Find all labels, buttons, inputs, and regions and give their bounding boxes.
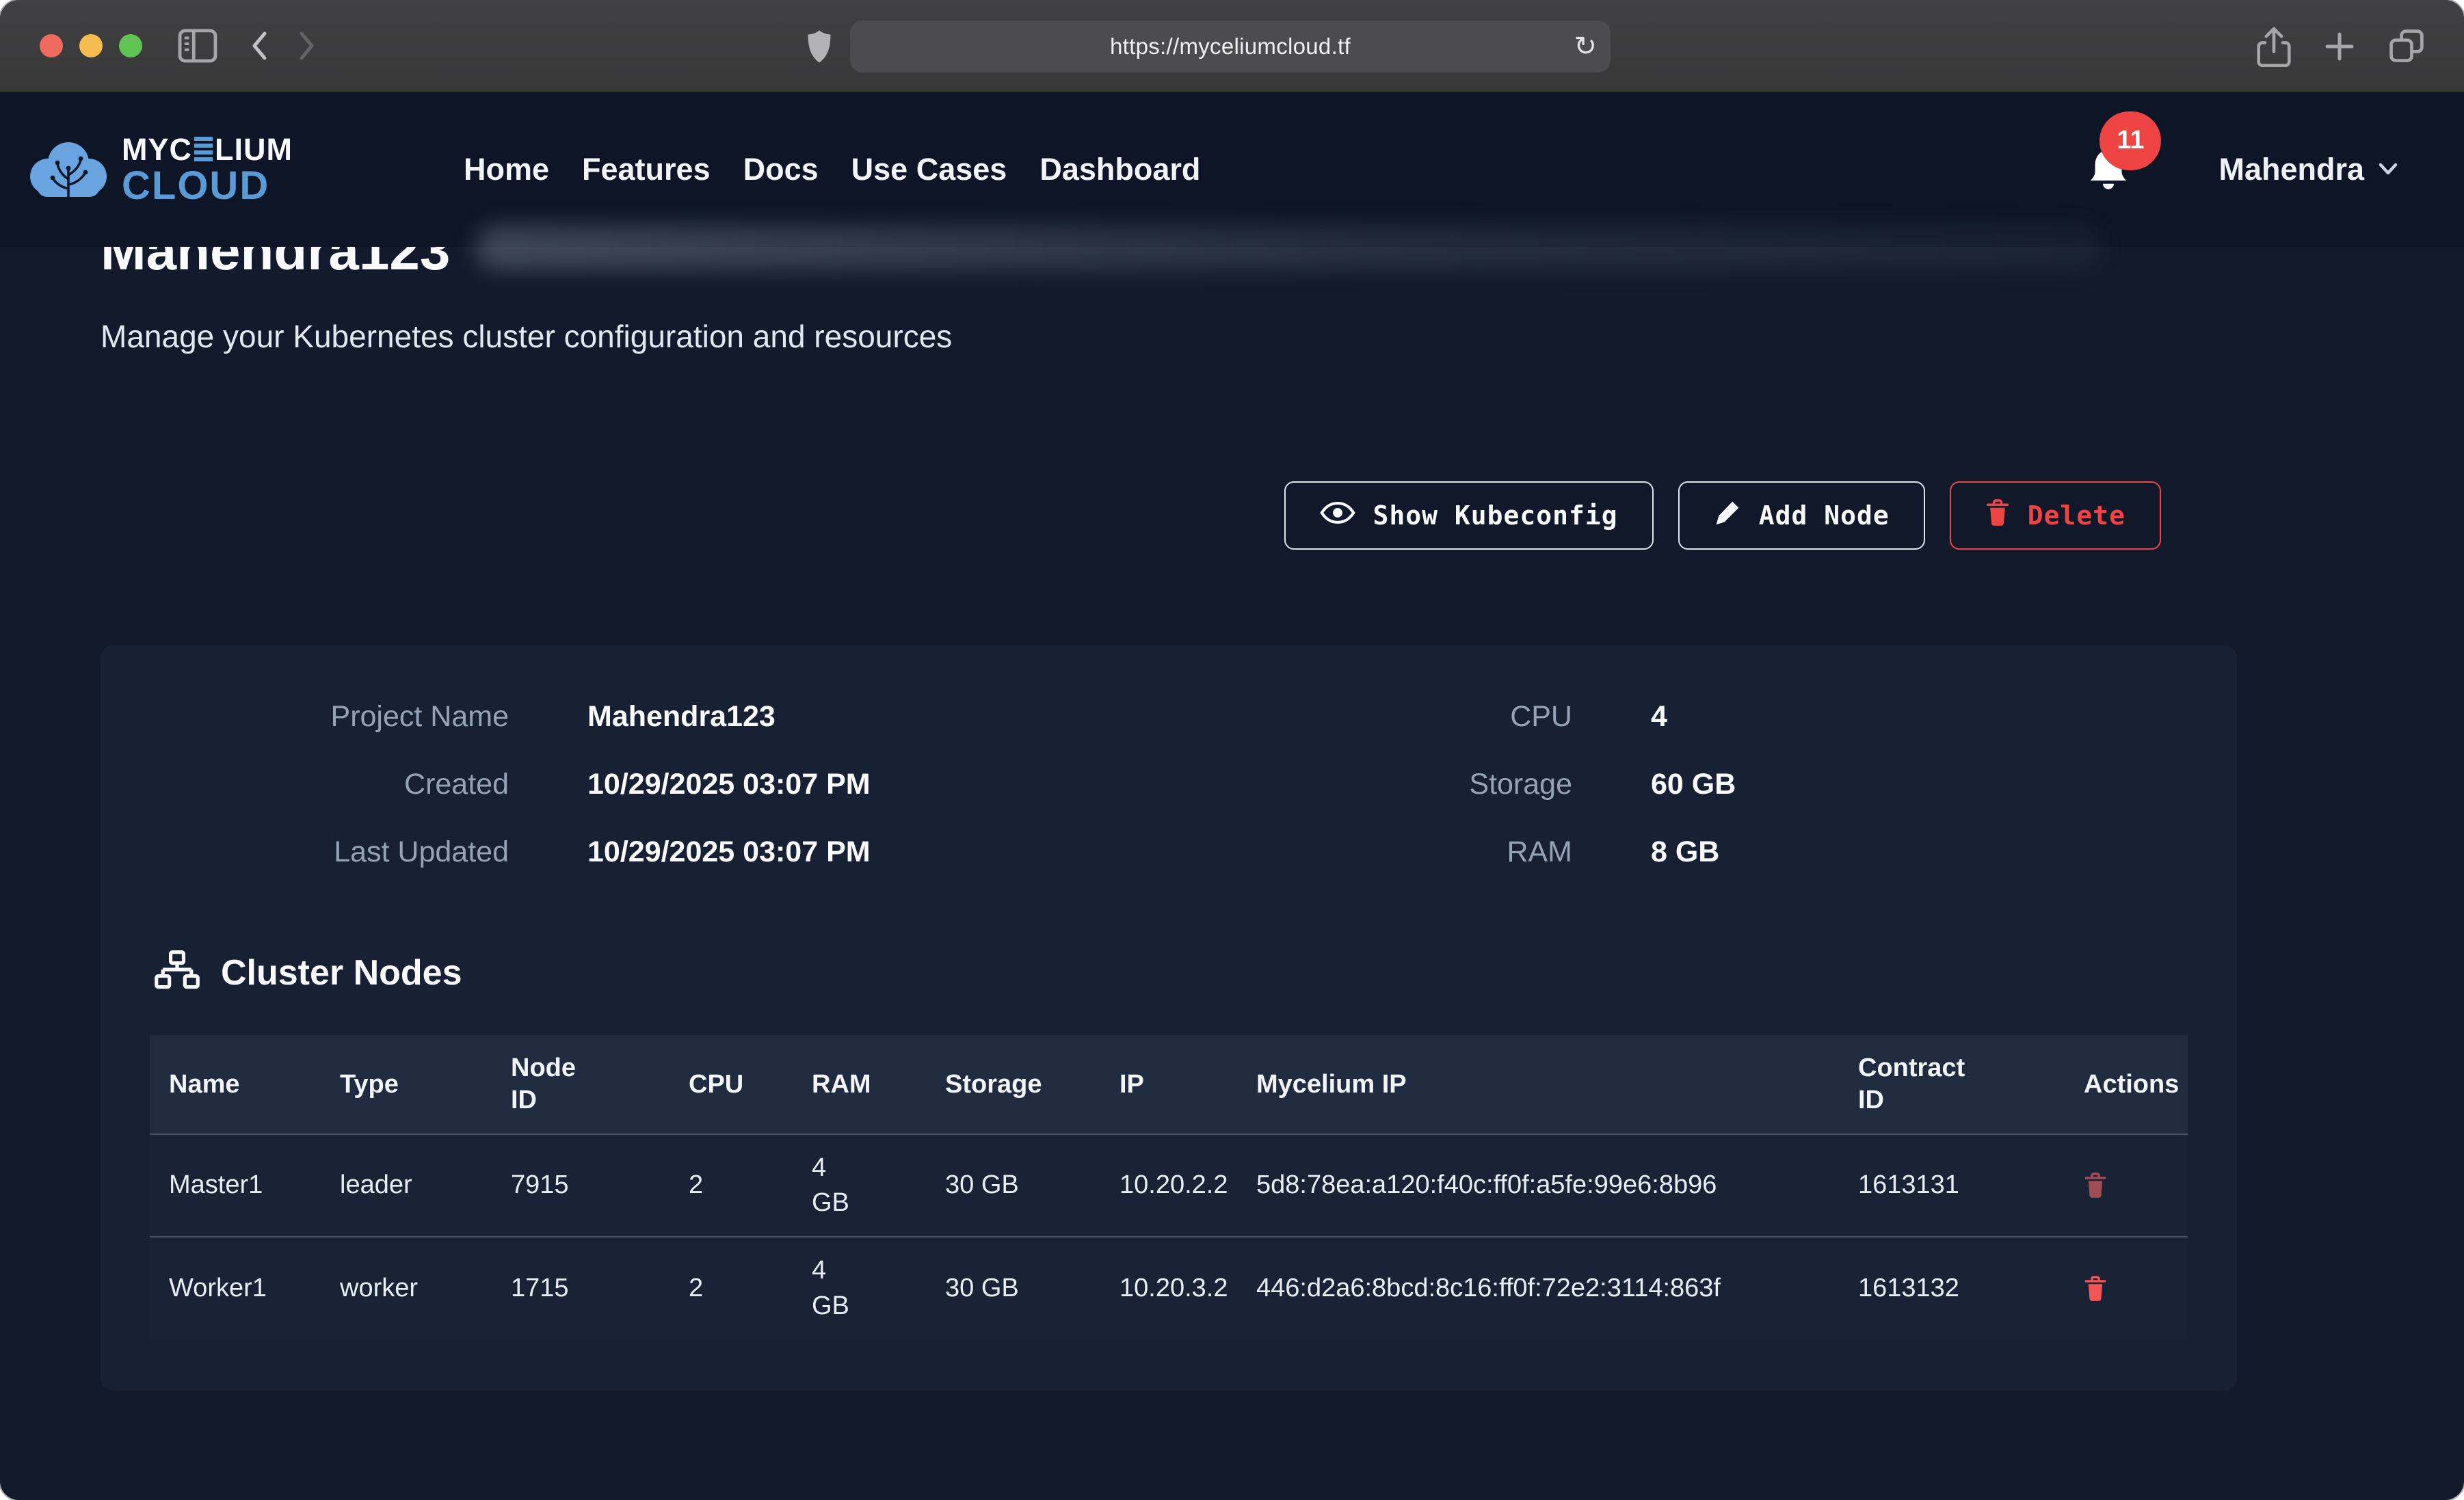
cell-ip: 10.20.2.2 — [1100, 1134, 1237, 1237]
col-ram: RAM — [793, 1035, 926, 1134]
share-icon[interactable] — [2256, 26, 2292, 67]
cell-contract-id: 1613131 — [1839, 1134, 2065, 1237]
cluster-info-grid: Project Name Mahendra123 CPU 4 Created 1… — [150, 700, 2188, 869]
user-name: Mahendra — [2218, 152, 2364, 187]
nodes-section-title: Cluster Nodes — [221, 952, 462, 993]
delete-cluster-button[interactable]: Delete — [1950, 481, 2161, 550]
cell-cpu: 2 — [670, 1237, 793, 1339]
brand-name-top: MYCLIUM — [122, 134, 293, 165]
title-clip: Mahendra123 — [101, 247, 2363, 284]
tab-overview-icon[interactable] — [2387, 28, 2426, 65]
cell-type: leader — [321, 1134, 492, 1237]
col-mycelium-ip: Mycelium IP — [1237, 1035, 1839, 1134]
nav-link-use-cases[interactable]: Use Cases — [851, 152, 1007, 187]
add-node-button[interactable]: Add Node — [1678, 481, 1925, 550]
show-kubeconfig-button[interactable]: Show Kubeconfig — [1284, 481, 1654, 550]
traffic-lights — [40, 34, 142, 57]
pencil-icon — [1714, 499, 1741, 533]
nodes-table: Name Type Node ID CPU RAM Storage IP Myc… — [150, 1035, 2188, 1339]
info-label: CPU — [1186, 700, 1572, 734]
info-value: 10/29/2025 03:07 PM — [587, 768, 1107, 801]
info-label: Storage — [1186, 768, 1572, 801]
cell-name: Master1 — [150, 1134, 321, 1237]
notification-badge: 11 — [2099, 111, 2161, 170]
cell-node-id: 1715 — [492, 1237, 670, 1339]
page-content: Mahendra123 Manage your Kubernetes clust… — [0, 247, 2464, 1391]
cell-name: Worker1 — [150, 1237, 321, 1339]
url-text: https://myceliumcloud.tf — [1110, 34, 1351, 59]
org-chart-icon — [154, 950, 200, 995]
col-node-id: Node ID — [492, 1035, 670, 1134]
col-name: Name — [150, 1035, 321, 1134]
delete-node-trash-icon[interactable] — [2084, 1275, 2107, 1302]
reload-icon[interactable]: ↻ — [1574, 31, 1597, 62]
eye-icon — [1320, 500, 1355, 531]
minimize-window-button[interactable] — [79, 34, 103, 57]
close-window-button[interactable] — [40, 34, 63, 57]
sidebar-toggle-icon[interactable] — [178, 29, 217, 63]
user-menu[interactable]: Mahendra — [2218, 152, 2398, 187]
cell-node-id: 7915 — [492, 1134, 670, 1237]
col-contract-id: Contract ID — [1839, 1035, 2065, 1134]
notifications-bell-icon[interactable]: 11 — [2086, 147, 2131, 193]
nav-link-dashboard[interactable]: Dashboard — [1039, 152, 1200, 187]
nav-link-docs[interactable]: Docs — [743, 152, 819, 187]
nav-link-home[interactable]: Home — [464, 152, 549, 187]
site-navbar: MYCLIUM CLOUD Home Features Docs Use Cas… — [0, 92, 2464, 247]
col-cpu: CPU — [670, 1035, 793, 1134]
table-header-row: Name Type Node ID CPU RAM Storage IP Myc… — [150, 1035, 2188, 1134]
delete-node-trash-icon[interactable] — [2084, 1172, 2107, 1199]
info-label: Project Name — [157, 700, 509, 734]
action-buttons: Show Kubeconfig Add Node Delete — [0, 481, 2464, 550]
nav-link-features[interactable]: Features — [582, 152, 711, 187]
cell-actions — [2065, 1237, 2188, 1339]
back-icon[interactable] — [250, 31, 268, 61]
info-value: 10/29/2025 03:07 PM — [587, 835, 1107, 869]
cell-ram: 4 GB — [793, 1237, 926, 1339]
forward-icon[interactable] — [298, 31, 316, 61]
cell-ram: 4 GB — [793, 1134, 926, 1237]
col-storage: Storage — [926, 1035, 1100, 1134]
zoom-window-button[interactable] — [119, 34, 142, 57]
page-subtitle: Manage your Kubernetes cluster configura… — [101, 318, 2363, 355]
address-bar[interactable]: https://myceliumcloud.tf ↻ — [850, 21, 1611, 72]
privacy-shield-icon[interactable] — [806, 21, 833, 72]
browser-window: https://myceliumcloud.tf ↻ — [0, 0, 2464, 1500]
table-body: Master1 leader 7915 2 4 GB 30 GB 10.20.2… — [150, 1134, 2188, 1339]
new-tab-icon[interactable] — [2323, 30, 2356, 63]
col-ip: IP — [1100, 1035, 1237, 1134]
brand-name-sub: CLOUD — [122, 166, 269, 206]
table-row: Master1 leader 7915 2 4 GB 30 GB 10.20.2… — [150, 1134, 2188, 1237]
cell-ip: 10.20.3.2 — [1100, 1237, 1237, 1339]
col-type: Type — [321, 1035, 492, 1134]
table-row: Worker1 worker 1715 2 4 GB 30 GB 10.20.3… — [150, 1237, 2188, 1339]
cluster-details-card: Project Name Mahendra123 CPU 4 Created 1… — [101, 645, 2237, 1391]
cloud-logo-icon — [27, 137, 109, 203]
cell-actions — [2065, 1134, 2188, 1237]
trash-icon — [1985, 498, 2010, 533]
brand-logo[interactable]: MYCLIUM CLOUD — [27, 134, 293, 206]
info-label: RAM — [1186, 835, 1572, 869]
info-value: 8 GB — [1651, 835, 2188, 869]
browser-toolbar: https://myceliumcloud.tf ↻ — [0, 0, 2464, 92]
info-value: 60 GB — [1651, 768, 2188, 801]
page-title: Mahendra123 — [101, 247, 2363, 282]
info-value: 4 — [1651, 700, 2188, 734]
info-value: Mahendra123 — [587, 700, 1107, 734]
cell-contract-id: 1613132 — [1839, 1237, 2065, 1339]
col-actions: Actions — [2065, 1035, 2188, 1134]
brand-e-icon — [194, 137, 213, 161]
info-label: Last Updated — [157, 835, 509, 869]
info-label: Created — [157, 768, 509, 801]
cell-type: worker — [321, 1237, 492, 1339]
cell-cpu: 2 — [670, 1134, 793, 1237]
cell-mycelium-ip: 5d8:78ea:a120:f40c:ff0f:a5fe:99e6:8b96 — [1237, 1134, 1839, 1237]
cell-mycelium-ip: 446:d2a6:8bcd:8c16:ff0f:72e2:3114:863f — [1237, 1237, 1839, 1339]
cell-storage: 30 GB — [926, 1134, 1100, 1237]
main-nav: Home Features Docs Use Cases Dashboard — [464, 152, 1200, 187]
chevron-down-icon — [2378, 161, 2398, 178]
cell-storage: 30 GB — [926, 1237, 1100, 1339]
